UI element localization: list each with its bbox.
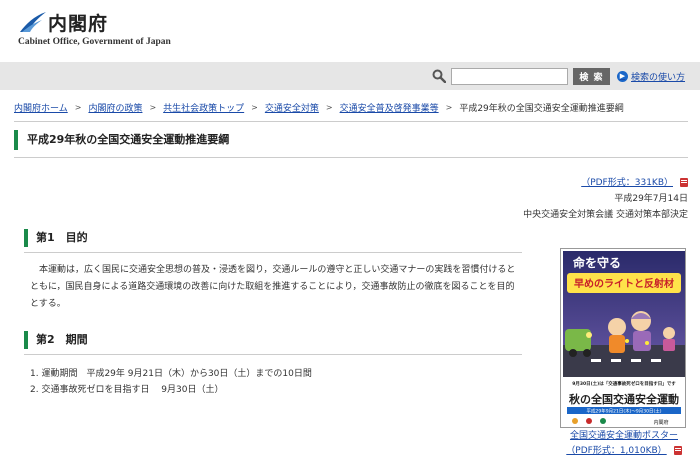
pdf-icon: [680, 178, 688, 187]
poster-org: 内閣府: [653, 419, 668, 426]
breadcrumb-current: 平成29年秋の全国交通安全運動推進要綱: [459, 104, 624, 114]
poster-headline2: 早めのライトと反射材: [574, 277, 674, 290]
logo-title[interactable]: 内閣府: [48, 9, 108, 36]
poster-caption-link[interactable]: 全国交通安全運動ポスター （PDF形式：1,010KB）: [554, 429, 694, 459]
pdf-link-row[interactable]: （PDF形式：331KB）: [523, 175, 688, 191]
breadcrumb: 内閣府ホーム > 内閣府の政策 > 共生社会政策トップ > 交通安全対策 > 交…: [14, 101, 694, 114]
poster-main-title: 秋の全国交通安全運動: [569, 392, 679, 406]
search-help-label[interactable]: 検索の使い方: [631, 70, 685, 83]
search-button[interactable]: 検 索: [573, 68, 610, 85]
campaign-poster[interactable]: 命を守る 早めのライトと反射材 9月30日(土)は「交通事故死ゼロを目指す日」で…: [560, 248, 686, 428]
section-period-heading: 第2 期間: [24, 331, 88, 349]
section-purpose-body: 本運動は，広く国民に交通安全思想の普及・浸透を図り，交通ルールの遵守と正しい交通…: [30, 265, 516, 309]
breadcrumb-separator: >: [251, 103, 258, 112]
poster-dates: 平成29年9月21日(木)～9月30日(土): [587, 408, 662, 415]
issuer: 中央交通安全対策会議 交通対策本部決定: [523, 210, 688, 220]
pdf-icon: [673, 446, 682, 455]
breadcrumb-awareness[interactable]: 交通安全普及啓発事業等: [340, 101, 439, 114]
poster-headline1: 命を守る: [572, 255, 621, 270]
publish-date: 平成29年7月14日: [614, 194, 688, 204]
list-item: 2. 交通事故死ゼロを目指す日 9月30日（土）: [30, 385, 224, 395]
divider: [24, 354, 522, 355]
site-header: 内閣府 Cabinet Office, Government of Japan: [0, 0, 700, 62]
search-icon: [432, 69, 446, 83]
poster-caption-title[interactable]: 全国交通安全運動ポスター: [570, 431, 678, 441]
breadcrumb-separator: >: [74, 103, 82, 112]
list-item: 1. 運動期間 平成29年 9月21日（木）から30日（土）までの10日間: [30, 369, 312, 379]
page-title: 平成29年秋の全国交通安全運動推進要綱: [14, 130, 229, 150]
arrow-right-icon: ▶: [617, 71, 628, 82]
poster-caption-pdf[interactable]: （PDF形式：1,010KB）: [566, 446, 666, 456]
divider: [14, 157, 688, 158]
breadcrumb-separator: >: [149, 103, 157, 112]
section-purpose-heading: 第1 目的: [24, 229, 88, 247]
breadcrumb-separator: >: [445, 103, 453, 112]
search-input[interactable]: [451, 68, 568, 85]
cabinet-office-logo-icon[interactable]: [18, 10, 48, 34]
breadcrumb-separator: >: [325, 103, 333, 112]
pdf-link[interactable]: （PDF形式：331KB）: [581, 178, 673, 188]
document-meta: （PDF形式：331KB） 平成29年7月14日 中央交通安全対策会議 交通対策…: [523, 175, 688, 223]
search-bar: 検 索 ▶ 検索の使い方: [0, 62, 700, 90]
breadcrumb-policy[interactable]: 内閣府の政策: [88, 101, 142, 114]
breadcrumb-cohesive-society[interactable]: 共生社会政策トップ: [163, 101, 244, 114]
poster-image: 命を守る 早めのライトと反射材 9月30日(土)は「交通事故死ゼロを目指す日」で…: [561, 249, 685, 427]
logo-subtitle: Cabinet Office, Government of Japan: [18, 37, 171, 47]
breadcrumb-home[interactable]: 内閣府ホーム: [14, 101, 68, 114]
divider: [24, 252, 522, 253]
poster-banner: 9月30日(土)は「交通事故死ゼロを目指す日」です: [572, 380, 676, 387]
divider: [14, 121, 688, 122]
period-list: 1. 運動期間 平成29年 9月21日（木）から30日（土）までの10日間 2.…: [30, 366, 312, 398]
search-help-link[interactable]: ▶ 検索の使い方: [617, 70, 685, 83]
breadcrumb-traffic-safety[interactable]: 交通安全対策: [265, 101, 319, 114]
